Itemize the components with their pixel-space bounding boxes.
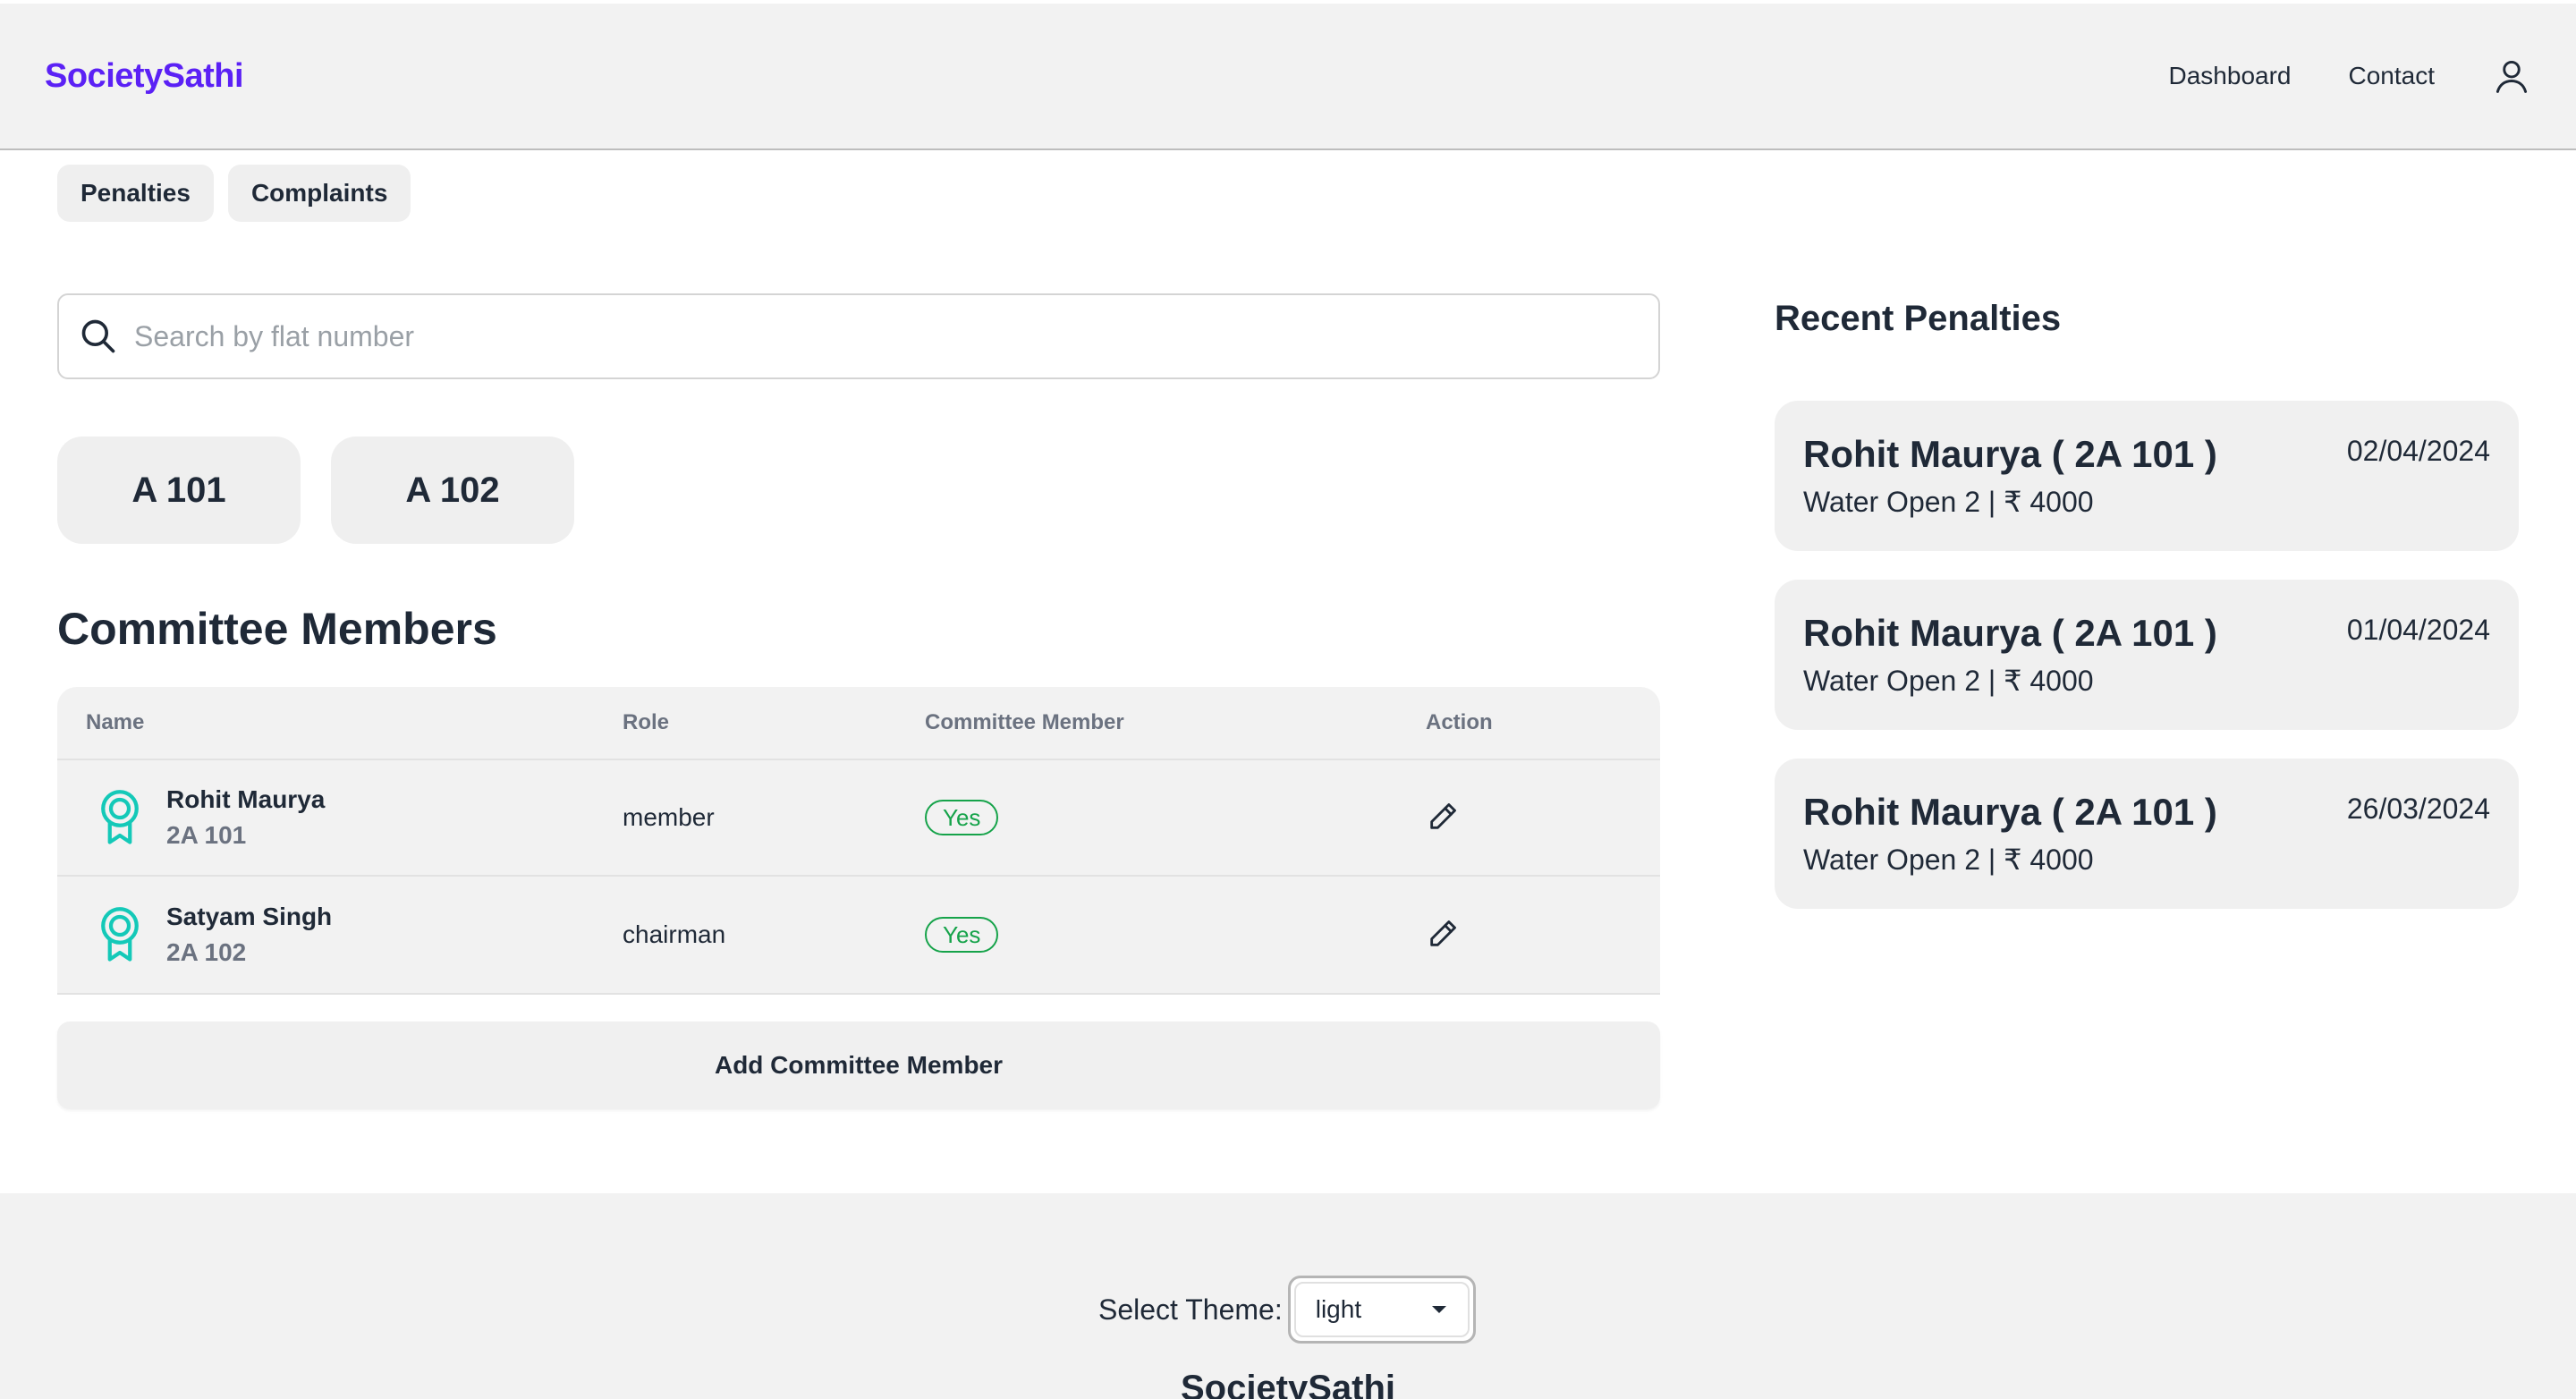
penalty-date: 02/04/2024 — [2346, 435, 2490, 467]
name-cell: Satyam Singh 2A 102 — [57, 899, 623, 971]
award-icon — [101, 907, 139, 962]
theme-value: light — [1315, 1295, 1362, 1323]
action-cell — [1426, 915, 1660, 955]
action-cell — [1426, 798, 1660, 838]
committee-table: Name Role Committee Member Action Rohit … — [57, 687, 1660, 995]
penalty-date: 01/04/2024 — [2346, 614, 2490, 646]
penalty-date: 26/03/2024 — [2346, 793, 2490, 825]
award-icon — [101, 790, 139, 844]
name-cell: Rohit Maurya 2A 101 — [57, 782, 623, 853]
col-name: Name — [86, 710, 145, 734]
footer: Select Theme: light SocietySathi — [0, 1193, 2576, 1399]
member-name: Rohit Maurya — [166, 785, 326, 813]
committee-title: Committee Members — [57, 604, 497, 654]
table-row: Satyam Singh 2A 102 chairman Yes — [57, 877, 1660, 993]
section-tabs: Penalties Complaints — [57, 165, 411, 222]
theme-label: Select Theme: — [1098, 1293, 1283, 1326]
col-action: Action — [1426, 710, 1493, 734]
member-name: Satyam Singh — [166, 903, 333, 930]
table-row: Rohit Maurya 2A 101 member Yes — [57, 760, 1660, 877]
flat-chip-a102[interactable]: A 102 — [331, 437, 574, 544]
nav-dashboard[interactable]: Dashboard — [2169, 62, 2292, 90]
penalty-name: Rohit Maurya ( 2A 101 ) — [1803, 433, 2217, 475]
user-icon[interactable] — [2492, 56, 2531, 96]
person-info: Satyam Singh 2A 102 — [166, 899, 332, 971]
recent-penalties-title: Recent Penalties — [1775, 299, 2062, 338]
person-info: Rohit Maurya 2A 101 — [166, 782, 325, 853]
col-role: Role — [623, 710, 670, 734]
brand-logo[interactable]: SocietySathi — [45, 57, 244, 96]
theme-selector-row: Select Theme: light — [1098, 1276, 1476, 1344]
add-committee-member-button[interactable]: Add Committee Member — [57, 1022, 1660, 1109]
penalty-card[interactable]: Rohit Maurya ( 2A 101 ) 02/04/2024 Water… — [1775, 401, 2519, 551]
edit-pencil-icon[interactable] — [1426, 915, 1462, 951]
top-navbar: SocietySathi Dashboard Contact — [0, 4, 2576, 150]
table-header: Name Role Committee Member Action — [57, 687, 1660, 760]
tab-complaints[interactable]: Complaints — [227, 165, 411, 222]
nav-links: Dashboard Contact — [2169, 56, 2531, 96]
member-flat: 2A 101 — [166, 821, 247, 849]
penalty-detail: Water Open 2 | ₹ 4000 — [1803, 665, 2094, 697]
member-flat: 2A 102 — [166, 938, 247, 966]
committee-cell: Yes — [925, 800, 1426, 835]
col-committee-member: Committee Member — [925, 710, 1124, 734]
flat-list: A 101 A 102 — [57, 437, 574, 544]
penalty-detail: Water Open 2 | ₹ 4000 — [1803, 844, 2094, 876]
edit-pencil-icon[interactable] — [1426, 798, 1462, 834]
member-role: member — [623, 803, 715, 831]
penalty-detail: Water Open 2 | ₹ 4000 — [1803, 486, 2094, 518]
flat-chip-a101[interactable]: A 101 — [57, 437, 301, 544]
committee-cell: Yes — [925, 917, 1426, 953]
penalty-card[interactable]: Rohit Maurya ( 2A 101 ) 01/04/2024 Water… — [1775, 580, 2519, 730]
caret-down-icon — [1431, 1306, 1446, 1313]
tab-penalties[interactable]: Penalties — [57, 165, 214, 222]
theme-select[interactable]: light — [1287, 1276, 1476, 1344]
search-bar — [57, 293, 1660, 379]
footer-brand: SocietySathi — [1180, 1369, 1396, 1399]
nav-contact[interactable]: Contact — [2349, 62, 2436, 90]
search-input[interactable] — [134, 319, 1658, 353]
page: SocietySathi Dashboard Contact Penalties… — [0, 0, 2576, 1399]
penalty-name: Rohit Maurya ( 2A 101 ) — [1803, 612, 2217, 654]
search-icon — [81, 319, 115, 353]
theme-select-inner: light — [1293, 1282, 1470, 1337]
member-role: chairman — [623, 920, 726, 948]
penalty-card[interactable]: Rohit Maurya ( 2A 101 ) 26/03/2024 Water… — [1775, 759, 2519, 909]
penalty-name: Rohit Maurya ( 2A 101 ) — [1803, 791, 2217, 833]
committee-badge: Yes — [925, 917, 999, 953]
committee-badge: Yes — [925, 800, 999, 835]
